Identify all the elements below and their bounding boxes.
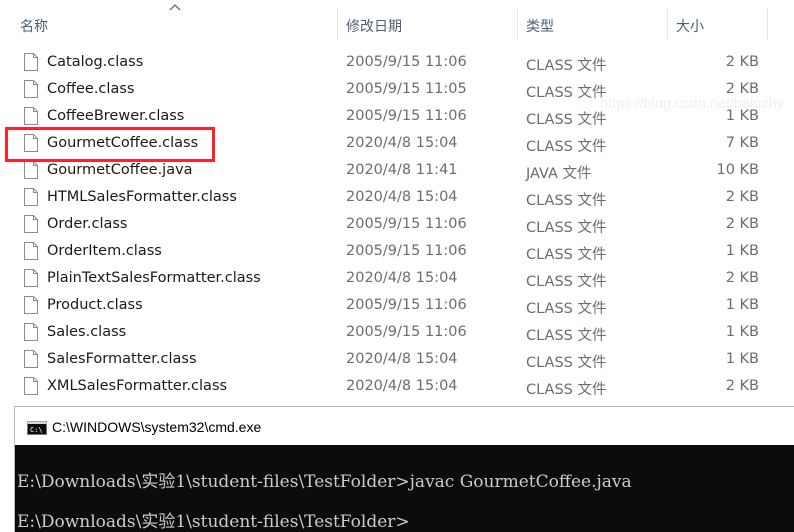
file-type: CLASS 文件	[526, 301, 607, 317]
file-row[interactable]: Sales.class 2005/9/15 11:06 CLASS 文件 1 KB	[0, 320, 794, 347]
file-type: CLASS 文件	[526, 355, 607, 371]
console-prompt-line: E:\Downloads\实验1\student-files\TestFolde…	[17, 512, 410, 532]
column-header-size[interactable]: 大小	[676, 16, 704, 36]
column-divider[interactable]	[767, 8, 768, 40]
console-line: E:\Downloads\实验1\student-files\TestFolde…	[17, 472, 632, 492]
file-name: Product.class	[47, 297, 143, 313]
file-icon	[24, 350, 38, 368]
column-header: 名称 修改日期 类型 大小	[0, 0, 794, 50]
file-name: Catalog.class	[47, 54, 144, 70]
file-modified-date: 2020/4/8 11:41	[346, 162, 458, 178]
cmd-icon: C:\	[27, 421, 47, 435]
file-size: 2 KB	[725, 378, 759, 394]
svg-text:C:\: C:\	[30, 426, 43, 434]
file-type: CLASS 文件	[526, 58, 607, 74]
cmd-titlebar[interactable]: C:\ C:\WINDOWS\system32\cmd.exe	[15, 407, 794, 445]
file-row[interactable]: HTMLSalesFormatter.class 2020/4/8 15:04 CL…	[0, 185, 794, 212]
file-icon	[24, 53, 38, 71]
file-modified-date: 2020/4/8 15:04	[346, 135, 458, 151]
file-type: CLASS 文件	[526, 193, 607, 209]
file-size: 7 KB	[725, 135, 759, 151]
column-header-type[interactable]: 类型	[526, 16, 554, 36]
file-name: Sales.class	[47, 324, 127, 340]
file-icon	[24, 80, 38, 98]
file-type: CLASS 文件	[526, 247, 607, 263]
file-name: OrderItem.class	[47, 243, 162, 259]
file-name: PlainTextSalesFormatter.class	[47, 270, 261, 286]
highlight-annotation-box	[5, 127, 215, 162]
file-row[interactable]: PlainTextSalesFormatter.class 2020/4/8 15…	[0, 266, 794, 293]
file-size: 2 KB	[725, 54, 759, 70]
file-modified-date: 2020/4/8 15:04	[346, 378, 458, 394]
file-modified-date: 2005/9/15 11:06	[346, 324, 467, 340]
file-icon	[24, 269, 38, 287]
file-icon	[24, 242, 38, 260]
file-type: CLASS 文件	[526, 85, 607, 101]
file-type: CLASS 文件	[526, 328, 607, 344]
file-type: CLASS 文件	[526, 274, 607, 290]
cmd-console[interactable]: E:\Downloads\实验1\student-files\TestFolde…	[15, 445, 794, 532]
file-size: 1 KB	[725, 297, 759, 313]
file-row[interactable]: Catalog.class 2005/9/15 11:06 CLASS 文件 2 KB	[0, 50, 794, 77]
file-modified-date: 2020/4/8 15:04	[346, 351, 458, 367]
column-header-name[interactable]: 名称	[20, 16, 48, 36]
file-icon	[24, 107, 38, 125]
file-modified-date: 2005/9/15 11:06	[346, 54, 467, 70]
file-modified-date: 2005/9/15 11:06	[346, 108, 467, 124]
file-explorer: 名称 修改日期 类型 大小 Catalog.class 2005/9/15 11:…	[0, 0, 794, 405]
file-row[interactable]: SalesFormatter.class 2020/4/8 15:04 CLASS …	[0, 347, 794, 374]
cmd-window: C:\ C:\WINDOWS\system32\cmd.exe E:\Downl…	[14, 406, 794, 532]
file-icon	[24, 161, 38, 179]
file-type: CLASS 文件	[526, 382, 607, 398]
file-size: 2 KB	[725, 189, 759, 205]
file-row[interactable]: OrderItem.class 2005/9/15 11:06 CLASS 文件 1 …	[0, 239, 794, 266]
file-size: 1 KB	[725, 324, 759, 340]
file-modified-date: 2005/9/15 11:06	[346, 216, 467, 232]
watermark-text: https://blog.csdn.net/halozhy	[600, 96, 784, 112]
file-name: CoffeeBrewer.class	[47, 108, 185, 124]
file-size: 1 KB	[725, 243, 759, 259]
file-icon	[24, 296, 38, 314]
file-size: 2 KB	[725, 216, 759, 232]
file-name: GourmetCoffee.java	[47, 162, 193, 178]
column-header-date[interactable]: 修改日期	[346, 16, 402, 36]
file-type: CLASS 文件	[526, 220, 607, 236]
file-modified-date: 2020/4/8 15:04	[346, 189, 458, 205]
file-name: Order.class	[47, 216, 128, 232]
file-modified-date: 2005/9/15 11:06	[346, 243, 467, 259]
file-size: 2 KB	[725, 270, 759, 286]
file-type: CLASS 文件	[526, 139, 607, 155]
file-size: 10 KB	[716, 162, 759, 178]
file-size: 2 KB	[725, 81, 759, 97]
file-type: JAVA 文件	[526, 166, 592, 182]
file-icon	[24, 188, 38, 206]
column-divider[interactable]	[517, 8, 518, 40]
sort-ascending-icon[interactable]	[168, 2, 182, 12]
file-size: 1 KB	[725, 351, 759, 367]
file-name: SalesFormatter.class	[47, 351, 197, 367]
column-divider[interactable]	[667, 8, 668, 40]
file-row[interactable]: XMLSalesFormatter.class 2020/4/8 15:04 CLA…	[0, 374, 794, 401]
file-row[interactable]: Product.class 2005/9/15 11:06 CLASS 文件 1 KB	[0, 293, 794, 320]
cmd-title: C:\WINDOWS\system32\cmd.exe	[52, 419, 262, 435]
file-icon	[24, 323, 38, 341]
file-row[interactable]: GourmetCoffee.java 2020/4/8 11:41 JAVA 文件 1…	[0, 158, 794, 185]
file-modified-date: 2005/9/15 11:05	[346, 81, 467, 97]
file-name: HTMLSalesFormatter.class	[47, 189, 237, 205]
file-name: XMLSalesFormatter.class	[47, 378, 228, 394]
file-modified-date: 2020/4/8 15:04	[346, 270, 458, 286]
file-row[interactable]: Order.class 2005/9/15 11:06 CLASS 文件 2 KB	[0, 212, 794, 239]
file-icon	[24, 215, 38, 233]
file-type: CLASS 文件	[526, 112, 607, 128]
file-icon	[24, 377, 38, 395]
file-name: Coffee.class	[47, 81, 135, 97]
file-modified-date: 2005/9/15 11:06	[346, 297, 467, 313]
column-divider[interactable]	[337, 8, 338, 40]
